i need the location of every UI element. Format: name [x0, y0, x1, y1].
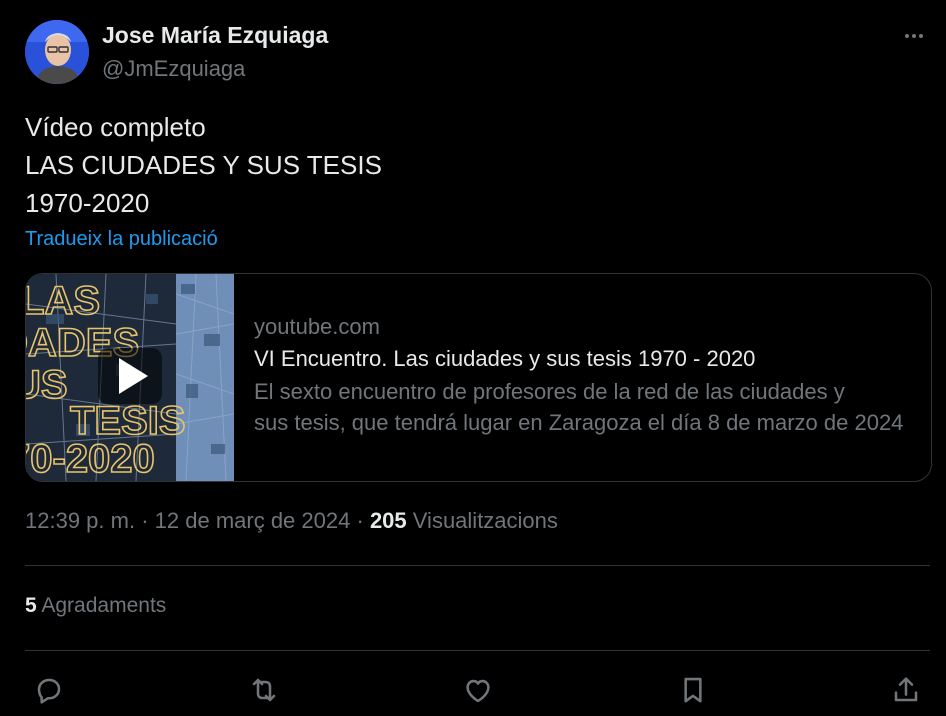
thumbnail-text: US — [26, 363, 68, 407]
divider — [25, 650, 930, 651]
more-options-icon[interactable] — [900, 26, 928, 46]
views-count: 205 — [369, 508, 407, 533]
link-card[interactable]: LAS IDADES US TESIS 70-2020 youtube.com … — [25, 273, 932, 482]
meta-separator: · — [141, 508, 149, 533]
tweet-meta: 12:39 p. m. · 12 de març de 2024 · 205 V… — [25, 508, 558, 534]
likes-summary[interactable]: 5 Agradaments — [25, 594, 166, 618]
retweet-icon[interactable] — [244, 670, 284, 710]
card-description: El sexto encuentro de profesores de la r… — [254, 376, 911, 438]
avatar[interactable] — [25, 20, 89, 84]
tweet-line: Vídeo completo — [25, 112, 206, 142]
share-icon[interactable] — [886, 670, 926, 710]
video-thumbnail[interactable]: LAS IDADES US TESIS 70-2020 — [26, 274, 235, 481]
thumbnail-text: 70-2020 — [26, 437, 155, 481]
card-domain: youtube.com — [254, 314, 380, 339]
views-label: Visualitzacions — [412, 508, 558, 533]
reply-icon[interactable] — [29, 670, 69, 710]
card-body: youtube.com VI Encuentro. Las ciudades y… — [234, 274, 931, 481]
meta-separator: · — [356, 508, 364, 533]
translate-link[interactable]: Tradueix la publicació — [25, 228, 218, 251]
tweet-line: LAS CIUDADES Y SUS TESIS — [25, 150, 382, 180]
tweet-date[interactable]: 12 de març de 2024 — [155, 508, 351, 533]
author-handle[interactable]: @JmEzquiaga — [102, 56, 245, 82]
tweet-text: Vídeo completo LAS CIUDADES Y SUS TESIS … — [25, 108, 382, 222]
tweet-time[interactable]: 12:39 p. m. — [25, 508, 135, 533]
tweet-line: 1970-2020 — [25, 188, 150, 218]
divider — [25, 565, 930, 566]
action-bar — [0, 670, 946, 710]
likes-count: 5 — [25, 594, 37, 617]
like-icon[interactable] — [458, 670, 498, 710]
card-title: VI Encuentro. Las ciudades y sus tesis 1… — [254, 346, 756, 371]
thumbnail-text: LAS — [26, 279, 100, 323]
likes-label: Agradaments — [41, 594, 167, 617]
bookmark-icon[interactable] — [673, 670, 713, 710]
thumbnail-image: LAS IDADES US TESIS 70-2020 — [26, 274, 235, 481]
avatar-image — [25, 20, 89, 84]
card-description-line: sus tesis, que tendrá lugar en Zaragoza … — [254, 410, 904, 435]
play-icon — [98, 348, 162, 404]
card-description-line: El sexto encuentro de profesores de la r… — [254, 379, 845, 404]
author-name[interactable]: Jose María Ezquiaga — [102, 22, 328, 49]
